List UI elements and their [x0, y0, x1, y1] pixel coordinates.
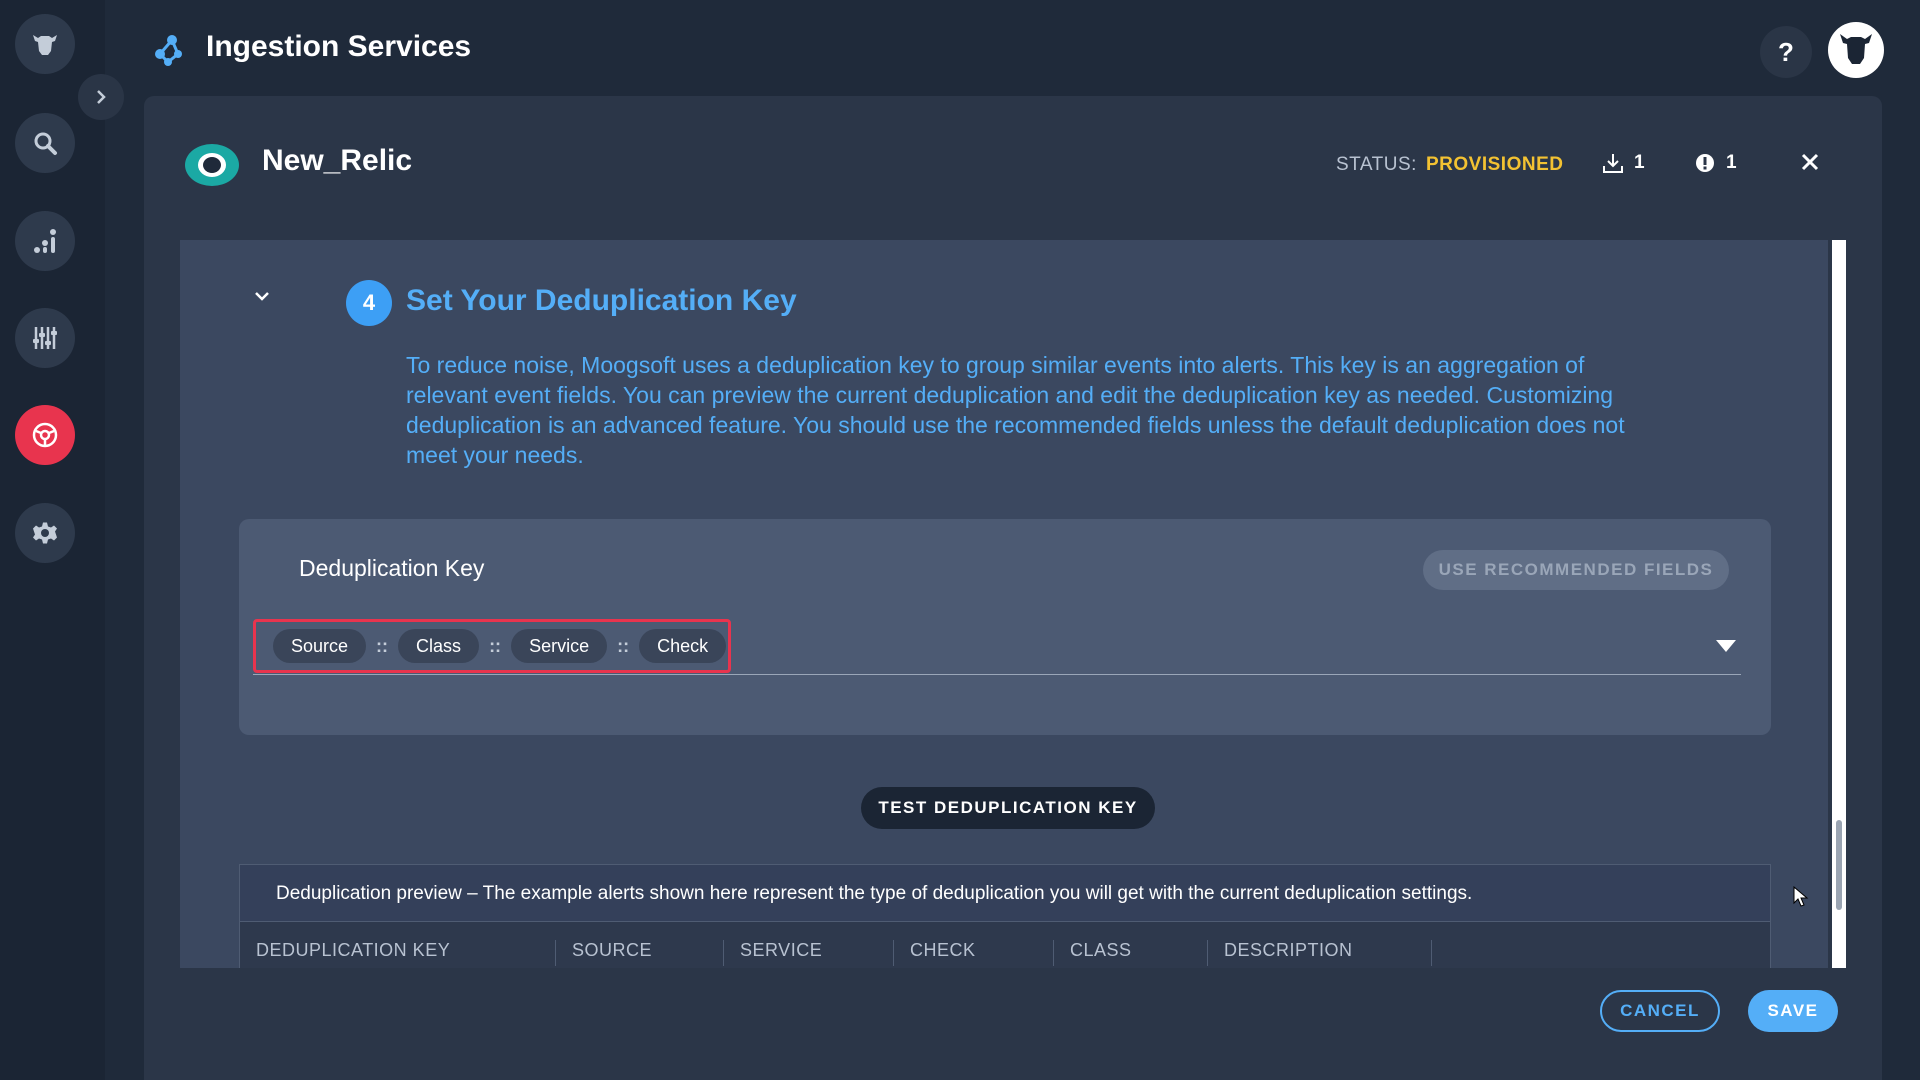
- status-label: STATUS:: [1336, 154, 1417, 175]
- column-header-dedup-key[interactable]: DEDUPLICATION KEY: [256, 940, 556, 966]
- key-chip-class[interactable]: Class: [398, 629, 480, 663]
- integrations-icon: [32, 422, 58, 448]
- status-badge: PROVISIONED: [1426, 154, 1564, 175]
- column-header-source[interactable]: SOURCE: [556, 940, 724, 966]
- info-icon: [1696, 154, 1714, 172]
- integration-name: New_Relic: [262, 144, 413, 177]
- column-header-description[interactable]: DESCRIPTION: [1208, 940, 1432, 966]
- search-icon: [34, 132, 57, 155]
- help-button[interactable]: ?: [1760, 26, 1812, 78]
- deduplication-key-section: Deduplication Key USE RECOMMENDED FIELDS…: [239, 519, 1771, 735]
- sliders-icon: [33, 327, 57, 349]
- use-recommended-fields-button[interactable]: USE RECOMMENDED FIELDS: [1423, 550, 1729, 590]
- key-chip-list: Source :: Class :: Service :: Check: [273, 629, 727, 663]
- sidebar-expand-button[interactable]: [78, 74, 124, 120]
- chip-separator: ::: [617, 635, 630, 656]
- deduplication-preview: Deduplication preview – The example aler…: [239, 864, 1771, 968]
- chip-separator: ::: [376, 635, 389, 656]
- close-button[interactable]: [1796, 148, 1824, 176]
- deduplication-key-title: Deduplication Key: [299, 555, 485, 581]
- sidebar-item-integrations[interactable]: [15, 405, 75, 465]
- gear-icon: [33, 522, 57, 544]
- preview-table-header: DEDUPLICATION KEY SOURCE SERVICE CHECK C…: [240, 921, 1770, 968]
- ingestion-services-icon: [155, 35, 182, 66]
- key-chip-source[interactable]: Source: [273, 629, 367, 663]
- step-number-badge: 4: [346, 280, 392, 326]
- close-icon: [1801, 153, 1819, 171]
- ingest-count-value: 1: [1634, 152, 1645, 173]
- test-deduplication-key-button[interactable]: TEST DEDUPLICATION KEY: [861, 787, 1155, 829]
- chevron-right-icon: [97, 90, 106, 104]
- cancel-button[interactable]: CANCEL: [1600, 990, 1720, 1032]
- step-description: To reduce noise, Moogsoft uses a dedupli…: [406, 352, 1625, 468]
- column-header-check[interactable]: CHECK: [894, 940, 1054, 966]
- dropdown-arrow-icon[interactable]: [1715, 639, 1737, 653]
- key-chip-service[interactable]: Service: [511, 629, 608, 663]
- sidebar-item-home[interactable]: [15, 14, 75, 74]
- sidebar-item-analytics[interactable]: [15, 211, 75, 271]
- step-title: Set Your Deduplication Key: [406, 284, 797, 317]
- sidebar-item-settings-sliders[interactable]: [15, 308, 75, 368]
- deduplication-key-field[interactable]: Source :: Class :: Service :: Check: [253, 619, 1741, 675]
- info-count-value: 1: [1726, 152, 1737, 173]
- sidebar-item-settings[interactable]: [15, 503, 75, 563]
- page-title: Ingestion Services: [206, 30, 472, 63]
- chevron-down-icon[interactable]: [252, 286, 272, 306]
- integration-card: New_Relic STATUS: PROVISIONED 1 1 4 Set …: [144, 96, 1882, 1080]
- analytics-icon: [34, 229, 56, 253]
- moogsoft-logo-icon: [33, 35, 57, 55]
- column-header-class[interactable]: CLASS: [1054, 940, 1208, 966]
- column-header-service[interactable]: SERVICE: [724, 940, 894, 966]
- chip-separator: ::: [489, 635, 502, 656]
- user-avatar-icon: [1840, 34, 1872, 64]
- new-relic-icon: [185, 144, 239, 186]
- user-avatar[interactable]: [1828, 22, 1884, 78]
- step-panel: 4 Set Your Deduplication Key To reduce n…: [180, 240, 1828, 968]
- key-chip-check[interactable]: Check: [639, 629, 727, 663]
- download-icon: [1603, 154, 1623, 173]
- save-button[interactable]: SAVE: [1748, 990, 1838, 1032]
- ingest-count[interactable]: 1: [1602, 152, 1645, 174]
- sidebar: [0, 0, 105, 1080]
- help-icon: ?: [1778, 36, 1794, 67]
- mouse-cursor-icon: [1793, 886, 1809, 907]
- panel-scrollbar-thumb[interactable]: [1836, 820, 1842, 910]
- info-count[interactable]: 1: [1694, 152, 1737, 174]
- preview-description: Deduplication preview – The example aler…: [276, 883, 1473, 904]
- sidebar-item-search[interactable]: [15, 113, 75, 173]
